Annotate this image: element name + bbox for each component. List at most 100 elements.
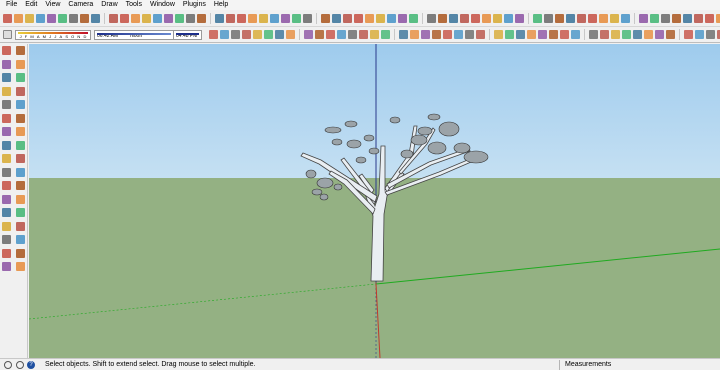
union-icon[interactable] [683,13,692,23]
line-icon[interactable] [15,73,25,83]
view-tool-icon[interactable] [465,30,474,39]
solid-icon[interactable] [650,13,659,23]
zoom-extents-icon[interactable] [2,221,12,231]
protractor-icon[interactable] [2,167,12,177]
rotate-icon[interactable] [175,13,184,23]
zoom-extents-icon[interactable] [343,13,352,23]
top-icon[interactable] [438,13,447,23]
push-pull-icon[interactable] [15,113,25,123]
split-icon[interactable] [716,13,720,23]
view-tool-icon[interactable] [571,30,580,39]
rotated-rectangle-icon[interactable] [109,13,118,23]
right-icon[interactable] [460,13,469,23]
view-tool-icon[interactable] [538,30,547,39]
iso-icon[interactable] [427,13,436,23]
position-camera-icon[interactable] [376,13,385,23]
drawing-viewport[interactable] [29,44,720,358]
scale-icon[interactable] [2,140,12,150]
view-tool-icon[interactable] [695,30,704,39]
view-tool-icon[interactable] [370,30,379,39]
back-icon[interactable] [471,13,480,23]
view-tool-icon[interactable] [549,30,558,39]
view-tool-icon[interactable] [275,30,284,39]
offset-icon[interactable] [15,140,25,150]
line-icon[interactable] [36,13,45,23]
view-tool-icon[interactable] [505,30,514,39]
walk-icon[interactable] [15,235,25,245]
arc3-icon[interactable] [69,13,78,23]
view-tool-icon[interactable] [209,30,218,39]
sandbox-icon[interactable] [639,13,648,23]
menu-file[interactable]: File [2,0,21,10]
zoom-icon[interactable] [2,208,12,218]
view-tool-icon[interactable] [666,30,675,39]
offset-icon[interactable] [215,13,224,23]
view-tool-icon[interactable] [410,30,419,39]
view-tool-icon[interactable] [220,30,229,39]
wireframe-icon[interactable] [533,13,542,23]
menu-draw[interactable]: Draw [97,0,121,10]
move-icon[interactable] [2,113,12,123]
view-tool-icon[interactable] [432,30,441,39]
pan-icon[interactable] [15,194,25,204]
arc4-icon[interactable] [80,13,89,23]
circle-icon[interactable] [120,13,129,23]
view-tool-icon[interactable] [494,30,503,39]
position-camera-icon[interactable] [2,235,12,245]
view-tool-icon[interactable] [443,30,452,39]
eraser-icon[interactable] [14,13,23,23]
menu-camera[interactable]: Camera [64,0,97,10]
pan-icon[interactable] [303,13,312,23]
eraser-icon[interactable] [15,59,25,69]
view-tool-icon[interactable] [326,30,335,39]
view-tool-icon[interactable] [399,30,408,39]
view-tool-icon[interactable] [242,30,251,39]
arc2-icon[interactable] [58,13,67,23]
view-tool-icon[interactable] [421,30,430,39]
section-plane-icon[interactable] [409,13,418,23]
rotate-icon[interactable] [2,127,12,137]
bottom-icon[interactable] [493,13,502,23]
section-plane-icon[interactable] [15,248,25,258]
share-icon[interactable] [599,13,608,23]
previous-icon[interactable] [354,13,363,23]
view-tool-icon[interactable] [286,30,295,39]
rectangle-icon[interactable] [2,73,12,83]
zoom-window-icon[interactable] [15,208,25,218]
dimension-icon[interactable] [15,154,25,164]
protractor-icon[interactable] [248,13,257,23]
footprints-icon[interactable] [2,262,12,272]
push-pull-icon[interactable] [164,13,173,23]
view-tool-icon[interactable] [655,30,664,39]
back-edges-icon[interactable] [515,13,524,23]
walk-icon[interactable] [387,13,396,23]
geo-location-icon[interactable] [4,360,12,369]
view-tool-icon[interactable] [264,30,273,39]
menu-help[interactable]: Help [210,0,232,10]
axes-icon[interactable] [270,13,279,23]
axes-icon[interactable] [2,181,12,191]
view-tool-icon[interactable] [560,30,569,39]
monochrome-icon[interactable] [577,13,586,23]
arc-icon[interactable] [47,13,56,23]
view-tool-icon[interactable] [611,30,620,39]
view-tool-icon[interactable] [600,30,609,39]
view-tool-icon[interactable] [622,30,631,39]
text-icon[interactable] [259,13,268,23]
paint-icon[interactable] [2,59,12,69]
scale-icon[interactable] [197,13,206,23]
next-icon[interactable] [365,13,374,23]
menu-view[interactable]: View [41,0,64,10]
view-tool-icon[interactable] [315,30,324,39]
look-around-icon[interactable] [2,248,12,258]
look-around-icon[interactable] [398,13,407,23]
time-slider[interactable]: 06:42 AM Noon [94,29,174,40]
shaded-icon[interactable] [555,13,564,23]
dimension-icon[interactable] [237,13,246,23]
view-tool-icon[interactable] [348,30,357,39]
follow-me-icon[interactable] [15,127,25,137]
orbit-icon[interactable] [2,194,12,204]
view-tool-icon[interactable] [476,30,485,39]
view-tool-icon[interactable] [516,30,525,39]
outer-shell-icon[interactable] [661,13,670,23]
